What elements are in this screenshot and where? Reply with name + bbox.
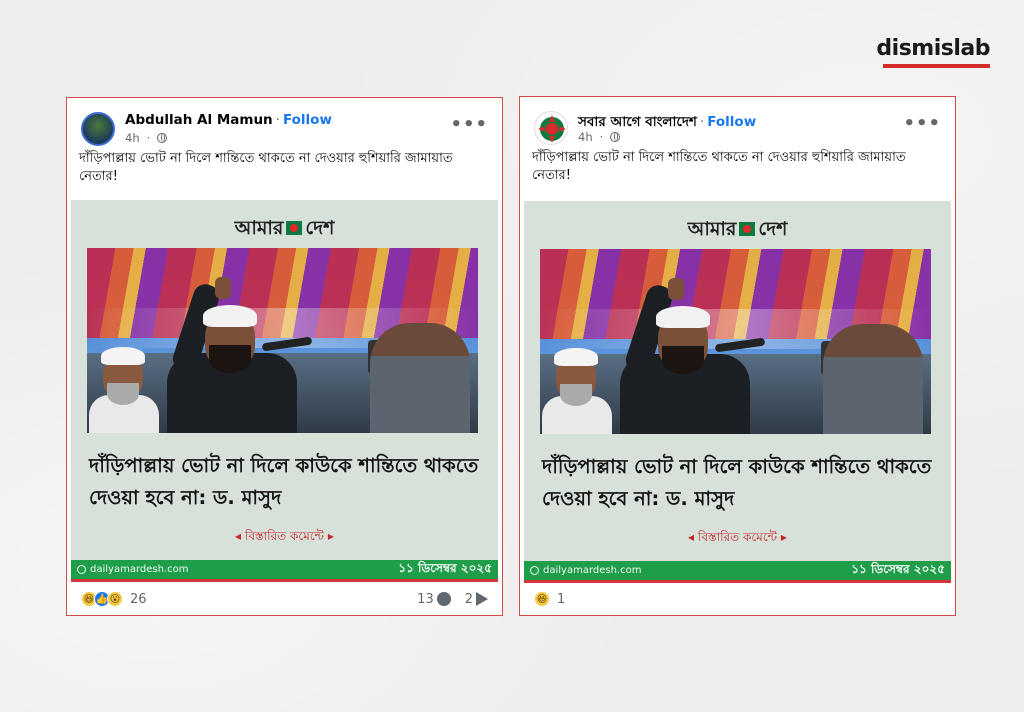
engagement-counts: 13 2 xyxy=(417,592,488,607)
news-card-image[interactable]: আমার দেশ দাঁড়িপাল্লায় ভোট না দিলে কাউকে… xyxy=(524,201,951,583)
party-logo-icon xyxy=(538,115,566,143)
card-footer-bar: dailyamardesh.com ১১ ডিসেম্বর ২০২৫ xyxy=(524,561,951,583)
author-line: Abdullah Al Mamun · Follow xyxy=(125,112,332,128)
post-time[interactable]: 4h xyxy=(125,131,140,145)
facebook-post-left: Abdullah Al Mamun · Follow 4h · ••• দাঁড়ি… xyxy=(66,97,503,616)
more-horizontal-icon[interactable]: ••• xyxy=(450,114,488,135)
post-time[interactable]: 4h xyxy=(578,130,593,144)
avatar[interactable] xyxy=(81,112,115,146)
comment-icon xyxy=(436,592,451,606)
author-name[interactable]: সবার আগে বাংলাদেশ xyxy=(578,114,697,130)
speaker-photo xyxy=(87,248,478,433)
author-name[interactable]: Abdullah Al Mamun xyxy=(125,112,273,128)
more-horizontal-icon[interactable]: ••• xyxy=(903,113,941,134)
globe-icon xyxy=(610,132,621,142)
news-card-image[interactable]: আমার দেশ দাঁড়িপাল্লায় ভোট না দিলে কাউকে… xyxy=(71,200,498,582)
bangladesh-flag-icon xyxy=(286,221,303,235)
amardesh-brand: আমার দেশ xyxy=(234,217,335,239)
bangladesh-flag-icon xyxy=(739,222,756,236)
haha-reaction-icon: 😆 xyxy=(534,591,550,607)
reaction-summary[interactable]: 😆 1 xyxy=(534,591,565,607)
globe-icon xyxy=(157,133,168,143)
card-headline: দাঁড়িপাল্লায় ভোট না দিলে কাউকে শান্তিত… xyxy=(89,454,479,509)
reaction-summary[interactable]: 😆 👍 😮 26 xyxy=(81,591,147,607)
globe-icon xyxy=(77,565,86,574)
site-url: dailyamardesh.com xyxy=(77,564,188,575)
site-url: dailyamardesh.com xyxy=(530,565,641,576)
reaction-count: 26 xyxy=(130,591,147,607)
avatar[interactable] xyxy=(534,111,568,145)
share-icon xyxy=(476,592,488,606)
card-headline: দাঁড়িপাল্লায় ভোট না দিলে কাউকে শান্তিত… xyxy=(542,455,932,510)
comment-count-button[interactable]: 13 xyxy=(417,592,451,607)
details-in-comment: ◂ বিস্তারিত কমেন্টে ▸ xyxy=(235,529,334,543)
card-date: ১১ ডিসেম্বর ২০২৫ xyxy=(851,561,945,576)
logo-underline xyxy=(883,64,990,68)
details-in-comment: ◂ বিস্তারিত কমেন্টে ▸ xyxy=(688,530,787,544)
wow-reaction-icon: 😮 xyxy=(107,591,123,607)
facebook-post-right: সবার আগে বাংলাদেশ · Follow 4h · ••• দাঁড়ি… xyxy=(519,96,956,616)
post-caption: দাঁড়িপাল্লায় ভোট না দিলে শান্তিতে থাকত… xyxy=(532,150,906,183)
card-date: ১১ ডিসেম্বর ২০২৫ xyxy=(398,560,492,575)
follow-button[interactable]: Follow xyxy=(283,112,332,128)
post-header: Abdullah Al Mamun · Follow 4h · ••• xyxy=(67,98,502,150)
amardesh-brand: আমার দেশ xyxy=(687,218,788,240)
post-caption: দাঁড়িপাল্লায় ভোট না দিলে শান্তিতে থাকত… xyxy=(79,151,453,184)
reaction-count: 1 xyxy=(557,591,566,607)
post-meta: 4h · xyxy=(578,130,621,144)
speaker-photo xyxy=(540,249,931,434)
dismislab-logo: dismislab xyxy=(876,36,990,61)
globe-icon xyxy=(530,566,539,575)
post-meta: 4h · xyxy=(125,131,168,145)
post-header: সবার আগে বাংলাদেশ · Follow 4h · ••• xyxy=(520,97,955,149)
share-count-button[interactable]: 2 xyxy=(465,592,488,607)
follow-button[interactable]: Follow xyxy=(707,114,756,130)
card-footer-bar: dailyamardesh.com ১১ ডিসেম্বর ২০২৫ xyxy=(71,560,498,582)
